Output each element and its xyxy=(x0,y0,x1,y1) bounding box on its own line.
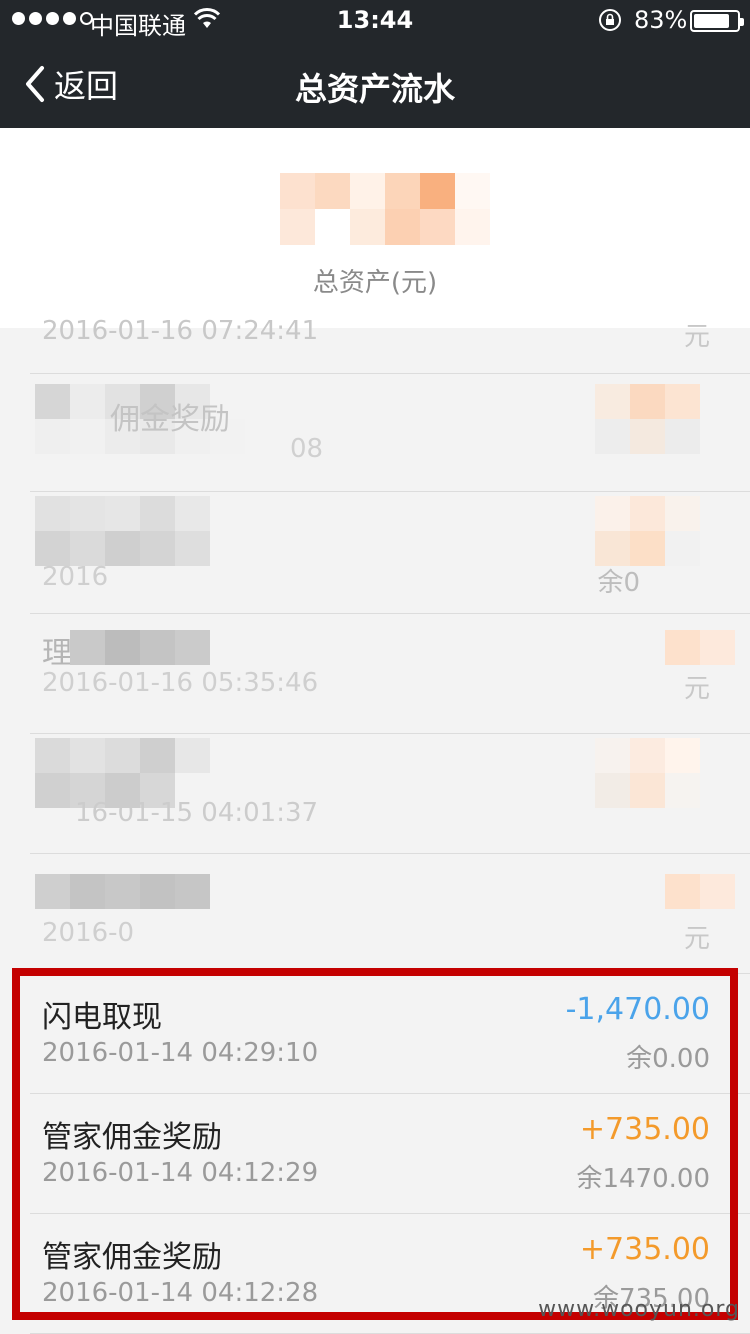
row-title: 管家佣金奖励 xyxy=(42,1240,222,1275)
rotation-lock-icon xyxy=(599,9,621,31)
row-amount: +735.00 xyxy=(579,1112,710,1147)
list-item[interactable]: 闪电取现 2016-01-14 04:29:10 -1,470.00 余0.00 xyxy=(30,974,750,1094)
list-item[interactable]: 理 2016-01-16 05:35:46 元 xyxy=(30,614,750,734)
battery-icon xyxy=(690,10,744,32)
row-date: 2016-0 xyxy=(42,918,135,948)
pixelated-title xyxy=(35,874,210,909)
battery-percent: 83% xyxy=(634,6,688,34)
transaction-list: 2016-01-16 07:24:41 元 佣金奖励 08 2016 余0 理 … xyxy=(0,316,750,1334)
row-balance: 元 xyxy=(683,322,710,352)
row-title: 理 xyxy=(42,636,72,671)
total-assets-label: 总资产(元) xyxy=(312,268,438,298)
list-item[interactable]: 2016-01-16 07:24:41 元 xyxy=(30,316,750,374)
pixelated-title xyxy=(35,496,245,566)
row-date: 2016-01-14 04:12:28 xyxy=(42,1278,319,1308)
row-title: 佣金奖励 xyxy=(110,402,230,437)
list-item[interactable]: 佣金奖励 08 xyxy=(30,374,750,492)
page-title: 总资产流水 xyxy=(294,70,455,108)
row-date: 2016-01-16 05:35:46 xyxy=(42,668,319,698)
pixelated-amount xyxy=(630,630,735,665)
row-date: 2016-01-14 04:12:29 xyxy=(42,1158,319,1188)
row-title: 闪电取现 xyxy=(42,1000,162,1035)
top-bar: 中国联通 13:44 83% 返回 总资产流水 xyxy=(0,0,750,128)
list-item[interactable]: 2016-0 元 xyxy=(30,854,750,974)
list-item[interactable]: 管家佣金奖励 2016-01-14 04:12:29 +735.00 余1470… xyxy=(30,1094,750,1214)
row-date: 16-01-15 04:01:37 xyxy=(75,798,319,828)
pixelated-amount xyxy=(595,738,700,808)
total-assets-value-pixelated xyxy=(280,173,490,245)
row-title: 管家佣金奖励 xyxy=(42,1120,222,1155)
row-date: 08 xyxy=(290,434,324,464)
status-bar: 中国联通 13:44 83% xyxy=(0,0,750,40)
row-amount: -1,470.00 xyxy=(565,992,710,1027)
pixelated-amount xyxy=(595,496,700,566)
row-balance: 元 xyxy=(683,924,710,954)
row-date: 2016 xyxy=(42,562,109,592)
row-balance: 余0.00 xyxy=(626,1044,710,1074)
total-assets-card: 总资产(元) xyxy=(0,128,750,328)
pixelated-amount xyxy=(595,384,700,454)
pixelated-amount xyxy=(630,874,735,909)
list-item[interactable]: 16-01-15 04:01:37 xyxy=(30,734,750,854)
row-amount: +735.00 xyxy=(579,1232,710,1267)
row-balance: 元 xyxy=(683,674,710,704)
screen: 中国联通 13:44 83% 返回 总资产流水 总资产(元) 2016-01-1… xyxy=(0,0,750,1334)
row-balance: 余0 xyxy=(597,568,640,598)
pixelated-title xyxy=(70,630,210,665)
row-balance: 余1470.00 xyxy=(576,1164,710,1194)
watermark: www.wooyun.org xyxy=(538,1297,740,1322)
row-date: 2016-01-16 07:24:41 xyxy=(42,316,319,346)
row-date: 2016-01-14 04:29:10 xyxy=(42,1038,319,1068)
list-item[interactable]: 2016 余0 xyxy=(30,492,750,614)
